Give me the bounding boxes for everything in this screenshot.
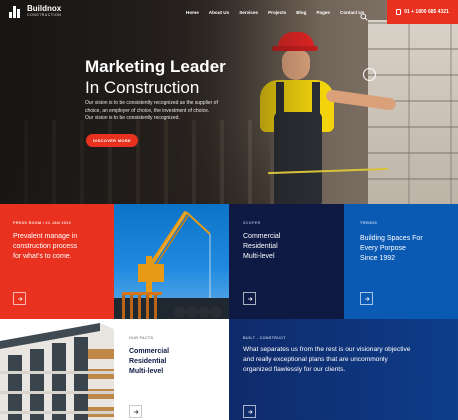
trends-line: Since 1992 (360, 255, 396, 262)
hero-desc-line: Our vision is to be consistently recogni… (85, 100, 218, 106)
press-text: Prevalent manage in construction process… (13, 232, 77, 262)
press-arrow-button[interactable] (13, 292, 26, 305)
trends-line: Every Porpose (360, 245, 406, 252)
built-text: What separates us from the rest is our v… (243, 345, 410, 375)
press-line: for what’s to come. (13, 253, 72, 260)
menu-services[interactable]: Services (239, 9, 258, 16)
built-card: BUILT - CONSTRUCT What separates us from… (229, 319, 458, 420)
menu-pages[interactable]: Pages (316, 9, 330, 16)
arrow-right-icon (247, 296, 253, 301)
brand-tagline: CONSTRUCTION (27, 13, 62, 17)
arrow-right-icon (364, 296, 370, 301)
brand-name: Buildnox (27, 4, 62, 13)
discover-more-button[interactable]: DISCOVER MORE (86, 134, 138, 147)
arrow-right-icon (133, 409, 139, 414)
logo[interactable]: Buildnox CONSTRUCTION (9, 5, 61, 18)
facts-kicker: OUR FACTS (129, 336, 154, 340)
scope-line: Multi-level (243, 253, 275, 260)
facts-arrow-button[interactable] (129, 405, 142, 418)
arrow-right-icon (247, 409, 253, 414)
press-line: Prevalent manage in (13, 233, 78, 240)
trends-kicker: TRENDS (360, 221, 378, 225)
phone-number: 91 + 1800 685 4321 (404, 9, 449, 15)
built-line: organized flawlessly for our clients. (243, 366, 346, 373)
menu-about[interactable]: About Us (209, 9, 229, 16)
scope-line: Commercial (243, 233, 281, 240)
search-icon[interactable] (360, 8, 368, 21)
crane-image (114, 204, 229, 319)
scope-text: Commercial Residential Multi-level (243, 232, 280, 262)
menu-home[interactable]: Home (186, 9, 199, 16)
press-kicker: PRESS ROOM / 21 JAN 2022 (13, 221, 72, 225)
hero-desc-line: choice, an employer of choice, the inves… (85, 107, 210, 114)
hero-title: Marketing Leader (85, 57, 226, 76)
hero-subtitle: In Construction (85, 78, 200, 97)
main-menu: Home About Us Services Projects Blog Pag… (186, 9, 364, 16)
scope-kicker: SCOPER (243, 221, 261, 225)
hero-section: Buildnox CONSTRUCTION Home About Us Serv… (0, 0, 458, 204)
scope-line: Residential (243, 243, 278, 250)
arrow-right-icon (17, 296, 23, 301)
press-line: construction process (13, 243, 78, 250)
menu-blog[interactable]: Blog (296, 9, 306, 16)
trends-arrow-button[interactable] (360, 292, 373, 305)
scope-card: SCOPER Commercial Residential Multi-leve… (229, 204, 344, 319)
decor-circle (363, 68, 376, 81)
built-arrow-button[interactable] (243, 405, 256, 418)
hero-description: Our vision is to be consistently recogni… (85, 100, 235, 123)
press-card: PRESS ROOM / 21 JAN 2022 Prevalent manag… (0, 204, 114, 319)
trends-card: TRENDS Building Spaces For Every Porpose… (344, 204, 458, 319)
phone-icon (396, 9, 402, 15)
built-line: What separates us from the rest is our v… (243, 346, 411, 353)
logo-icon (9, 5, 23, 18)
menu-projects[interactable]: Projects (268, 9, 286, 16)
facts-line: Multi-level (129, 368, 164, 375)
facts-text: Commercial Residential Multi-level (129, 347, 169, 377)
facts-card: OUR FACTS Commercial Residential Multi-l… (114, 319, 229, 420)
hero-desc-line: Our vision is to be consistently recogni… (85, 115, 180, 122)
built-line: and really exceptional plans that are un… (243, 356, 388, 363)
facts-line: Residential (129, 358, 167, 365)
scope-arrow-button[interactable] (243, 292, 256, 305)
trends-line: Building Spaces For (360, 235, 423, 242)
building-image (0, 319, 114, 420)
facts-line: Commercial (129, 348, 170, 355)
top-nav: Buildnox CONSTRUCTION Home About Us Serv… (0, 0, 458, 24)
trends-text: Building Spaces For Every Porpose Since … (360, 234, 423, 264)
building-illustration (0, 319, 114, 420)
built-kicker: BUILT - CONSTRUCT (243, 336, 286, 340)
phone-button[interactable]: 91 + 1800 685 4321 (387, 0, 458, 24)
